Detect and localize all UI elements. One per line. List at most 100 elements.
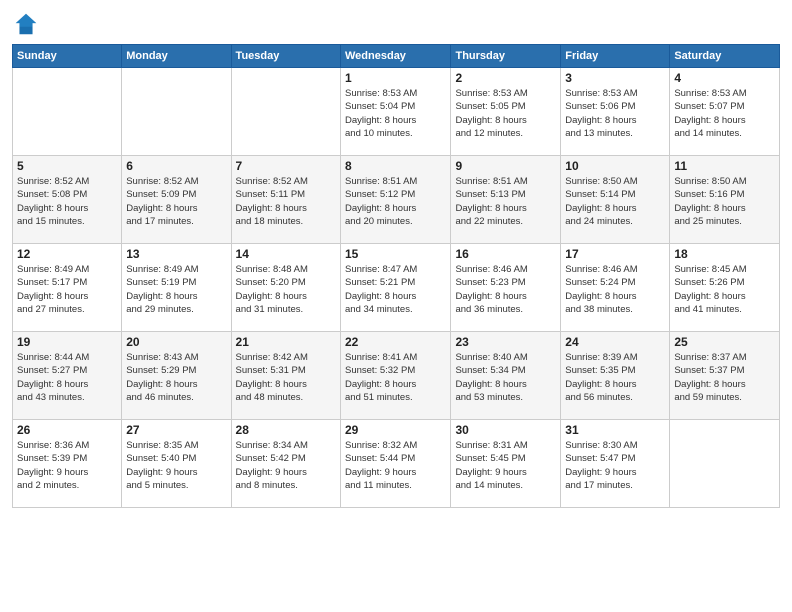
header-day-saturday: Saturday (670, 45, 780, 68)
day-info: Sunrise: 8:46 AM Sunset: 5:24 PM Dayligh… (565, 263, 665, 316)
calendar-header-row: SundayMondayTuesdayWednesdayThursdayFrid… (13, 45, 780, 68)
day-info: Sunrise: 8:34 AM Sunset: 5:42 PM Dayligh… (236, 439, 336, 492)
header-day-monday: Monday (122, 45, 231, 68)
day-info: Sunrise: 8:45 AM Sunset: 5:26 PM Dayligh… (674, 263, 775, 316)
day-number: 24 (565, 335, 665, 349)
logo (12, 10, 44, 38)
calendar-cell: 30 Sunrise: 8:31 AM Sunset: 5:45 PM Dayli… (451, 420, 561, 508)
day-info: Sunrise: 8:36 AM Sunset: 5:39 PM Dayligh… (17, 439, 117, 492)
calendar-cell: 27 Sunrise: 8:35 AM Sunset: 5:40 PM Dayli… (122, 420, 231, 508)
day-info: Sunrise: 8:35 AM Sunset: 5:40 PM Dayligh… (126, 439, 226, 492)
day-info: Sunrise: 8:50 AM Sunset: 5:14 PM Dayligh… (565, 175, 665, 228)
day-number: 10 (565, 159, 665, 173)
calendar-week-3: 19Sunrise: 8:44 AM Sunset: 5:27 PM Dayli… (13, 332, 780, 420)
day-info: Sunrise: 8:44 AM Sunset: 5:27 PM Dayligh… (17, 351, 117, 404)
calendar-cell: 3 Sunrise: 8:53 AM Sunset: 5:06 PM Daylig… (561, 68, 670, 156)
header-day-wednesday: Wednesday (341, 45, 451, 68)
day-number: 13 (126, 247, 226, 261)
day-number: 18 (674, 247, 775, 261)
header-day-tuesday: Tuesday (231, 45, 340, 68)
day-info: Sunrise: 8:43 AM Sunset: 5:29 PM Dayligh… (126, 351, 226, 404)
day-number: 4 (674, 71, 775, 85)
calendar-cell: 6Sunrise: 8:52 AM Sunset: 5:09 PM Daylig… (122, 156, 231, 244)
day-info: Sunrise: 8:42 AM Sunset: 5:31 PM Dayligh… (236, 351, 336, 404)
calendar-cell: 16 Sunrise: 8:46 AM Sunset: 5:23 PM Dayli… (451, 244, 561, 332)
header-day-friday: Friday (561, 45, 670, 68)
day-info: Sunrise: 8:53 AM Sunset: 5:06 PM Dayligh… (565, 87, 665, 140)
day-number: 8 (345, 159, 446, 173)
day-info: Sunrise: 8:51 AM Sunset: 5:12 PM Dayligh… (345, 175, 446, 228)
header-day-sunday: Sunday (13, 45, 122, 68)
day-number: 26 (17, 423, 117, 437)
calendar-cell: 9 Sunrise: 8:51 AM Sunset: 5:13 PM Daylig… (451, 156, 561, 244)
day-number: 12 (17, 247, 117, 261)
calendar-cell: 11 Sunrise: 8:50 AM Sunset: 5:16 PM Dayli… (670, 156, 780, 244)
day-number: 9 (455, 159, 556, 173)
day-info: Sunrise: 8:37 AM Sunset: 5:37 PM Dayligh… (674, 351, 775, 404)
calendar-cell: 4 Sunrise: 8:53 AM Sunset: 5:07 PM Daylig… (670, 68, 780, 156)
day-number: 30 (455, 423, 556, 437)
calendar-cell: 17Sunrise: 8:46 AM Sunset: 5:24 PM Dayli… (561, 244, 670, 332)
day-number: 20 (126, 335, 226, 349)
day-info: Sunrise: 8:39 AM Sunset: 5:35 PM Dayligh… (565, 351, 665, 404)
header-day-thursday: Thursday (451, 45, 561, 68)
calendar-week-2: 12 Sunrise: 8:49 AM Sunset: 5:17 PM Dayli… (13, 244, 780, 332)
day-info: Sunrise: 8:32 AM Sunset: 5:44 PM Dayligh… (345, 439, 446, 492)
day-number: 23 (455, 335, 556, 349)
calendar-cell: 20 Sunrise: 8:43 AM Sunset: 5:29 PM Dayli… (122, 332, 231, 420)
calendar-cell: 18 Sunrise: 8:45 AM Sunset: 5:26 PM Dayli… (670, 244, 780, 332)
day-number: 22 (345, 335, 446, 349)
calendar-cell: 5Sunrise: 8:52 AM Sunset: 5:08 PM Daylig… (13, 156, 122, 244)
calendar-cell: 23Sunrise: 8:40 AM Sunset: 5:34 PM Dayli… (451, 332, 561, 420)
day-info: Sunrise: 8:50 AM Sunset: 5:16 PM Dayligh… (674, 175, 775, 228)
day-info: Sunrise: 8:31 AM Sunset: 5:45 PM Dayligh… (455, 439, 556, 492)
day-number: 14 (236, 247, 336, 261)
day-number: 25 (674, 335, 775, 349)
day-number: 16 (455, 247, 556, 261)
calendar-cell: 1 Sunrise: 8:53 AM Sunset: 5:04 PM Daylig… (341, 68, 451, 156)
calendar-cell (231, 68, 340, 156)
day-number: 15 (345, 247, 446, 261)
day-info: Sunrise: 8:30 AM Sunset: 5:47 PM Dayligh… (565, 439, 665, 492)
day-info: Sunrise: 8:51 AM Sunset: 5:13 PM Dayligh… (455, 175, 556, 228)
day-info: Sunrise: 8:53 AM Sunset: 5:07 PM Dayligh… (674, 87, 775, 140)
calendar-cell: 22 Sunrise: 8:41 AM Sunset: 5:32 PM Dayli… (341, 332, 451, 420)
calendar-cell: 19Sunrise: 8:44 AM Sunset: 5:27 PM Dayli… (13, 332, 122, 420)
day-info: Sunrise: 8:52 AM Sunset: 5:11 PM Dayligh… (236, 175, 336, 228)
day-info: Sunrise: 8:53 AM Sunset: 5:05 PM Dayligh… (455, 87, 556, 140)
calendar-cell: 21Sunrise: 8:42 AM Sunset: 5:31 PM Dayli… (231, 332, 340, 420)
calendar-week-4: 26 Sunrise: 8:36 AM Sunset: 5:39 PM Dayli… (13, 420, 780, 508)
calendar-cell: 24 Sunrise: 8:39 AM Sunset: 5:35 PM Dayli… (561, 332, 670, 420)
day-number: 1 (345, 71, 446, 85)
day-number: 2 (455, 71, 556, 85)
calendar-cell: 28 Sunrise: 8:34 AM Sunset: 5:42 PM Dayli… (231, 420, 340, 508)
calendar-cell: 2 Sunrise: 8:53 AM Sunset: 5:05 PM Daylig… (451, 68, 561, 156)
day-number: 11 (674, 159, 775, 173)
page: SundayMondayTuesdayWednesdayThursdayFrid… (0, 0, 792, 612)
day-number: 7 (236, 159, 336, 173)
day-number: 28 (236, 423, 336, 437)
calendar-cell (13, 68, 122, 156)
day-number: 29 (345, 423, 446, 437)
header (12, 10, 780, 38)
calendar-cell: 25 Sunrise: 8:37 AM Sunset: 5:37 PM Dayli… (670, 332, 780, 420)
calendar-cell: 8 Sunrise: 8:51 AM Sunset: 5:12 PM Daylig… (341, 156, 451, 244)
day-info: Sunrise: 8:41 AM Sunset: 5:32 PM Dayligh… (345, 351, 446, 404)
calendar-week-0: 1 Sunrise: 8:53 AM Sunset: 5:04 PM Daylig… (13, 68, 780, 156)
calendar-table: SundayMondayTuesdayWednesdayThursdayFrid… (12, 44, 780, 508)
day-info: Sunrise: 8:46 AM Sunset: 5:23 PM Dayligh… (455, 263, 556, 316)
day-number: 27 (126, 423, 226, 437)
calendar-cell: 10 Sunrise: 8:50 AM Sunset: 5:14 PM Dayli… (561, 156, 670, 244)
day-number: 5 (17, 159, 117, 173)
day-number: 31 (565, 423, 665, 437)
calendar-cell (122, 68, 231, 156)
day-info: Sunrise: 8:53 AM Sunset: 5:04 PM Dayligh… (345, 87, 446, 140)
day-info: Sunrise: 8:49 AM Sunset: 5:19 PM Dayligh… (126, 263, 226, 316)
calendar-cell: 15Sunrise: 8:47 AM Sunset: 5:21 PM Dayli… (341, 244, 451, 332)
calendar-week-1: 5Sunrise: 8:52 AM Sunset: 5:08 PM Daylig… (13, 156, 780, 244)
calendar-cell (670, 420, 780, 508)
day-number: 6 (126, 159, 226, 173)
calendar-cell: 7 Sunrise: 8:52 AM Sunset: 5:11 PM Daylig… (231, 156, 340, 244)
day-number: 3 (565, 71, 665, 85)
day-info: Sunrise: 8:49 AM Sunset: 5:17 PM Dayligh… (17, 263, 117, 316)
